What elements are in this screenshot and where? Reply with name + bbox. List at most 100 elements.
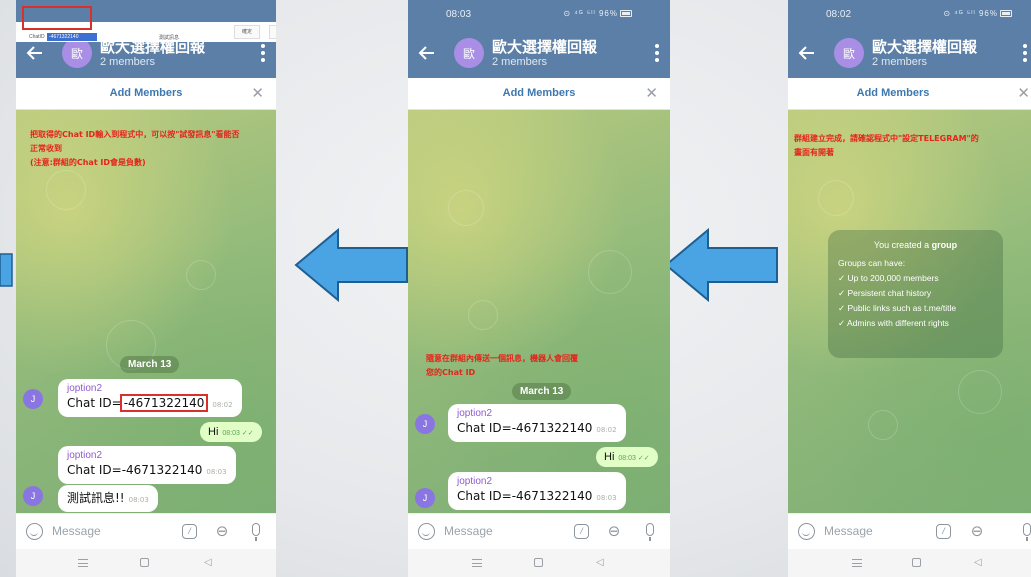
groups-can-have: Groups can have: — [838, 258, 906, 268]
arrow-left-icon-1 — [294, 227, 408, 303]
members-count: 2 members — [100, 56, 156, 68]
message-input-bar: Message / ⊘ — [16, 513, 276, 549]
user-avatar: J — [415, 488, 435, 508]
sender-name: joption2 — [457, 408, 493, 419]
status-icons: ⊙ ⁴ᴳ ⁵ˡˡ 96% — [563, 9, 632, 18]
close-icon[interactable]: ✕ — [251, 84, 264, 102]
back-nav-icon[interactable]: ◁ — [596, 557, 604, 568]
mic-icon[interactable] — [252, 523, 260, 541]
instruction-note: 隨意在群組內傳送一個訊息，機器人會回覆 您的Chat ID — [426, 354, 578, 377]
message-input-bar: Message / ⊘ — [788, 513, 1031, 549]
chat-title: 歐大選擇權回報 — [492, 38, 598, 56]
message-input[interactable]: Message — [824, 524, 873, 538]
bot-message: joption2 Chat ID=-467132214008:02 — [448, 404, 626, 442]
message-input[interactable]: Message — [444, 524, 493, 538]
message-input[interactable]: Message — [52, 524, 101, 538]
sender-name: joption2 — [67, 450, 103, 461]
chat-id-highlight-box — [22, 6, 92, 30]
close-icon[interactable]: ✕ — [1017, 84, 1030, 102]
exit-button[interactable]: 離開 — [269, 25, 276, 39]
add-members-label[interactable]: Add Members — [788, 87, 998, 99]
members-count: 2 members — [872, 56, 928, 68]
feature-item: ✓ Public links such as t.me/title — [838, 303, 957, 313]
attach-icon[interactable]: ⊘ — [966, 520, 988, 542]
status-bar: 08:03 ⊙ ⁴ᴳ ⁵ˡˡ 96% — [408, 0, 670, 28]
recents-icon[interactable] — [78, 559, 88, 567]
sent-message: Hi 08:03 ✓✓ — [596, 447, 658, 467]
bot-message: 測試訊息!! 08:03 — [58, 485, 158, 512]
phone-screenshot-middle: 08:03 ⊙ ⁴ᴳ ⁵ˡˡ 96% 歐 歐大選擇權回報 2 members A… — [408, 0, 670, 577]
add-members-label[interactable]: Add Members — [408, 87, 670, 99]
home-icon[interactable] — [534, 558, 543, 567]
close-icon[interactable]: ✕ — [645, 84, 658, 102]
battery-icon — [1000, 10, 1012, 17]
user-avatar: J — [415, 414, 435, 434]
back-nav-icon[interactable]: ◁ — [204, 557, 212, 568]
recents-icon[interactable] — [472, 559, 482, 567]
feature-item: ✓ Up to 200,000 members — [838, 273, 939, 283]
group-avatar: 歐 — [454, 38, 484, 68]
feature-item: ✓ Admins with different rights — [838, 318, 949, 328]
phone-screenshot-right: 08:02 ⊙ ⁴ᴳ ⁵ˡˡ 96% 歐 歐大選擇權回報 2 members A… — [788, 0, 1031, 577]
status-time: 08:03 — [446, 9, 472, 20]
chat-title: 歐大選擇權回報 — [872, 38, 978, 56]
chat-background: 隨意在群組內傳送一個訊息，機器人會回覆 您的Chat ID March 13 j… — [408, 110, 670, 513]
mic-icon[interactable] — [1023, 523, 1031, 541]
chat-id-input[interactable]: -4671322140 — [47, 33, 97, 41]
android-nav-bar: ◁ — [408, 549, 670, 577]
attach-icon[interactable]: ⊘ — [211, 520, 233, 542]
add-members-bar[interactable]: Add Members ✕ — [408, 78, 670, 110]
more-options-icon[interactable] — [1022, 44, 1028, 62]
date-chip: March 13 — [120, 356, 180, 373]
mic-icon[interactable] — [646, 523, 654, 541]
group-created-card: You created a group Groups can have: ✓ U… — [828, 230, 1003, 358]
home-icon[interactable] — [140, 558, 149, 567]
add-members-label[interactable]: Add Members — [16, 87, 276, 99]
message-input-bar: Message / ⊘ — [408, 513, 670, 549]
chat-header: 08:02 ⊙ ⁴ᴳ ⁵ˡˡ 96% 歐 歐大選擇權回報 2 members — [788, 0, 1031, 78]
chat-header: 08:03 ⊙ ⁴ᴳ ⁵ˡˡ 96% 歐 歐大選擇權回報 2 members — [408, 0, 670, 78]
chat-id-value: -4671322140 — [119, 394, 209, 412]
home-icon[interactable] — [912, 558, 921, 567]
emoji-icon[interactable] — [418, 523, 435, 540]
phone-screenshot-left: 歐 歐大選擇權回報 2 members ChatID -4671322140 測… — [16, 0, 276, 577]
instruction-note: 群組建立完成，請確認程式中"設定TELEGRAM"的 畫面有開著 — [794, 134, 979, 157]
test-message-label[interactable]: 測試訊息 — [159, 34, 179, 41]
commands-icon[interactable]: / — [936, 524, 951, 539]
back-arrow-icon[interactable] — [418, 44, 436, 62]
confirm-button[interactable]: 確定 — [234, 25, 260, 39]
commands-icon[interactable]: / — [182, 524, 197, 539]
arrow-left-icon-2 — [664, 227, 778, 303]
sender-name: joption2 — [457, 476, 493, 487]
add-members-bar[interactable]: Add Members ✕ — [16, 78, 276, 110]
more-options-icon[interactable] — [260, 44, 266, 62]
instruction-note: 把取得的Chat ID輸入到程式中，可以按"試發訊息"看能否 正常收到 (注意:… — [30, 130, 240, 167]
user-avatar: J — [23, 389, 43, 409]
status-icons: ⊙ ⁴ᴳ ⁵ˡˡ 96% — [943, 9, 1012, 18]
user-avatar: J — [23, 486, 43, 506]
recents-icon[interactable] — [852, 559, 862, 567]
bot-message: joption2 Chat ID=-4671322140 08:03 — [58, 446, 236, 484]
feature-item: ✓ Persistent chat history — [838, 288, 932, 298]
attach-icon[interactable]: ⊘ — [603, 520, 625, 542]
sender-name: joption2 — [67, 383, 103, 394]
emoji-icon[interactable] — [798, 523, 815, 540]
add-members-bar[interactable]: Add Members ✕ — [788, 78, 1031, 110]
chat-background: 群組建立完成，請確認程式中"設定TELEGRAM"的 畫面有開著 You cre… — [788, 110, 1031, 513]
group-avatar: 歐 — [834, 38, 864, 68]
bot-message: joption2 Chat ID=-4671322140 08:03 — [448, 472, 626, 510]
chat-background: 把取得的Chat ID輸入到程式中，可以按"試發訊息"看能否 正常收到 (注意:… — [16, 110, 276, 513]
back-arrow-icon[interactable] — [26, 44, 44, 62]
group-created-title: You created a group — [873, 240, 958, 250]
commands-icon[interactable]: / — [574, 524, 589, 539]
date-chip: March 13 — [512, 383, 572, 400]
more-options-icon[interactable] — [654, 44, 660, 62]
back-arrow-icon[interactable] — [798, 44, 816, 62]
android-nav-bar: ◁ — [16, 549, 276, 577]
chat-id-label: ChatID — [29, 34, 45, 40]
emoji-icon[interactable] — [26, 523, 43, 540]
left-arrow-icon — [0, 253, 13, 287]
sent-message: Hi 08:03 ✓✓ — [200, 422, 262, 442]
back-nav-icon[interactable]: ◁ — [974, 557, 982, 568]
bot-message: joption2 Chat ID=-467132214008:02 — [58, 379, 242, 417]
